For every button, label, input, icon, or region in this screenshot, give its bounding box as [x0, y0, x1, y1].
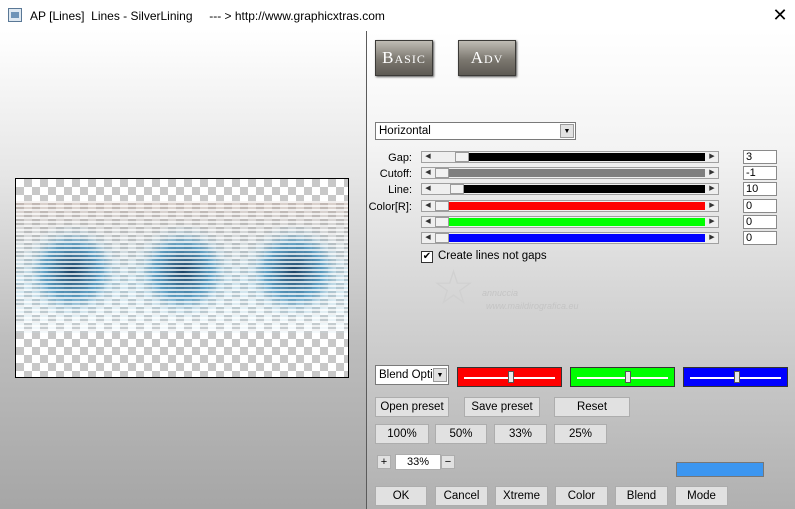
slider-fill [449, 218, 705, 226]
slider-label: Line: [388, 184, 412, 196]
blend-options-dropdown[interactable]: Blend Optio ▼ [375, 365, 449, 385]
slider-value-field[interactable]: 3 [743, 150, 777, 164]
zoom-25-button[interactable]: 25% [554, 424, 607, 444]
slider-right-arrow-icon[interactable]: ▶ [706, 233, 718, 243]
color-button[interactable]: Color [555, 486, 608, 506]
slider-label: Color[R]: [368, 201, 412, 213]
slider-left-arrow-icon[interactable]: ◀ [422, 152, 434, 162]
direction-dropdown[interactable]: Horizontal ▼ [375, 122, 576, 140]
color-preview-swatch[interactable] [676, 462, 764, 477]
tab-basic[interactable]: Basic [375, 40, 433, 76]
slider-thumb[interactable] [435, 201, 449, 211]
watermark-url: www.maildirografica.eu [486, 301, 579, 311]
slider-left-arrow-icon[interactable]: ◀ [422, 201, 434, 211]
slider-thumb[interactable] [435, 217, 449, 227]
slider-value-field[interactable]: 0 [743, 231, 777, 245]
zoom-50-button[interactable]: 50% [435, 424, 487, 444]
slider-fill [469, 153, 705, 161]
create-lines-label: Create lines not gaps [438, 250, 547, 262]
slider-track[interactable]: ◀ ▶ [421, 183, 719, 195]
slider-label: Gap: [388, 152, 412, 164]
red-slider-knob[interactable] [508, 371, 514, 383]
slider-fill [449, 202, 705, 210]
blue-color-slider[interactable] [683, 367, 788, 387]
slider-fill [449, 169, 705, 177]
cancel-button[interactable]: Cancel [435, 486, 488, 506]
slider-track[interactable]: ◀ ▶ [421, 151, 719, 163]
slider-left-arrow-icon[interactable]: ◀ [422, 233, 434, 243]
slider-thumb[interactable] [455, 152, 469, 162]
zoom-out-button[interactable]: − [441, 455, 455, 469]
green-slider-knob[interactable] [625, 371, 631, 383]
slider-right-arrow-icon[interactable]: ▶ [706, 184, 718, 194]
watermark-star-icon: ☆ [432, 262, 476, 315]
direction-dropdown-value: Horizontal [379, 125, 431, 137]
slider-track[interactable]: ◀ ▶ [421, 232, 719, 244]
check-icon: ✔ [422, 251, 432, 262]
mode-button[interactable]: Mode [675, 486, 728, 506]
chevron-down-icon[interactable]: ▼ [433, 368, 447, 382]
save-preset-button[interactable]: Save preset [464, 397, 540, 417]
red-color-slider[interactable] [457, 367, 562, 387]
slider-thumb[interactable] [435, 168, 449, 178]
app-icon [8, 8, 22, 22]
chevron-down-icon[interactable]: ▼ [560, 124, 574, 138]
green-color-slider[interactable] [570, 367, 675, 387]
slider-value-field[interactable]: -1 [743, 166, 777, 180]
slider-left-arrow-icon[interactable]: ◀ [422, 168, 434, 178]
slider-label: Cutoff: [379, 168, 412, 180]
slider-left-arrow-icon[interactable]: ◀ [422, 217, 434, 227]
slider-track[interactable]: ◀ ▶ [421, 167, 719, 179]
slider-right-arrow-icon[interactable]: ▶ [706, 152, 718, 162]
slider-value-field[interactable]: 10 [743, 182, 777, 196]
slider-fill [464, 185, 705, 193]
slider-value-field[interactable]: 0 [743, 199, 777, 213]
xtreme-button[interactable]: Xtreme [495, 486, 548, 506]
reset-button[interactable]: Reset [554, 397, 630, 417]
preview-image[interactable] [15, 178, 349, 378]
zoom-in-button[interactable]: + [377, 455, 391, 469]
blend-options-value: Blend Optio [379, 369, 435, 381]
open-preset-button[interactable]: Open preset [375, 397, 449, 417]
slider-track[interactable]: ◀ ▶ [421, 216, 719, 228]
preview-lines [16, 201, 348, 333]
zoom-33-button[interactable]: 33% [494, 424, 547, 444]
title-bar: AP [Lines] Lines - SilverLining --- > ht… [0, 0, 795, 31]
close-icon[interactable]: ✕ [770, 5, 790, 25]
zoom-value: 33% [395, 454, 441, 470]
ok-button[interactable]: OK [375, 486, 427, 506]
slider-track[interactable]: ◀ ▶ [421, 200, 719, 212]
watermark-name: annuccia [482, 288, 519, 298]
slider-right-arrow-icon[interactable]: ▶ [706, 201, 718, 211]
slider-thumb[interactable] [435, 233, 449, 243]
slider-thumb[interactable] [450, 184, 464, 194]
tab-adv[interactable]: Adv [458, 40, 516, 76]
slider-value-field[interactable]: 0 [743, 215, 777, 229]
window-title: AP [Lines] Lines - SilverLining --- > ht… [30, 9, 385, 23]
blend-button[interactable]: Blend [615, 486, 668, 506]
slider-right-arrow-icon[interactable]: ▶ [706, 217, 718, 227]
slider-fill [449, 234, 705, 242]
slider-right-arrow-icon[interactable]: ▶ [706, 168, 718, 178]
slider-left-arrow-icon[interactable]: ◀ [422, 184, 434, 194]
blue-slider-knob[interactable] [734, 371, 740, 383]
zoom-100-button[interactable]: 100% [375, 424, 429, 444]
